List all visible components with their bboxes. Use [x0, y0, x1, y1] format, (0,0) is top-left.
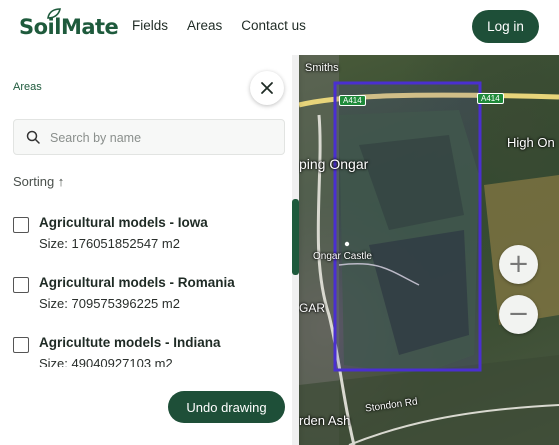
area-size: Size: 709575396225 m2 — [39, 296, 180, 311]
map-label-ongar: ping Ongar — [299, 156, 369, 172]
close-button[interactable] — [250, 71, 284, 105]
list-item[interactable]: Agricultural models - Romania Size: 7095… — [0, 265, 290, 325]
top-header: SoilMate Fields Areas Contact us Log in — [0, 0, 559, 55]
area-name: Agricultural models - Romania — [39, 275, 235, 290]
sorting-toggle[interactable]: Sorting ↑ — [13, 174, 64, 189]
map-label-arden-ash: rden Ash — [299, 413, 351, 428]
area-name: Agricultute models - Indiana — [39, 335, 221, 350]
zoom-out-button[interactable]: − — [499, 295, 538, 334]
road-badge-a414: A414 — [339, 95, 366, 106]
zoom-in-button[interactable]: + — [499, 245, 538, 284]
nav-contact-us[interactable]: Contact us — [241, 18, 306, 33]
road-badge-a414-right: A414 — [477, 93, 504, 104]
areas-panel: Areas Sorting ↑ Agricultural models - Io… — [0, 55, 299, 445]
map-label-high-ongar: High On — [507, 135, 555, 150]
map-label-ongar-castle: Ongar Castle — [313, 251, 372, 262]
area-name: Agricultural models - Iowa — [39, 215, 208, 230]
login-button[interactable]: Log in — [472, 10, 539, 43]
search-icon — [26, 130, 40, 144]
road-badge-label-right: A414 — [481, 94, 500, 103]
list-item[interactable]: Agricultute models - Indiana Size: 49040… — [0, 325, 290, 367]
search-field — [13, 119, 285, 156]
nav-areas[interactable]: Areas — [187, 18, 222, 33]
leaf-icon — [47, 8, 61, 19]
map-label-smiths: Smiths — [305, 62, 339, 74]
road-badge-label: A414 — [343, 96, 362, 105]
area-checkbox[interactable] — [13, 277, 29, 293]
area-checkbox[interactable] — [13, 217, 29, 233]
nav-fields[interactable]: Fields — [132, 18, 168, 33]
undo-drawing-button[interactable]: Undo drawing — [168, 391, 285, 423]
areas-list: Agricultural models - Iowa Size: 1760518… — [0, 205, 290, 367]
main-nav: Fields Areas Contact us — [132, 18, 325, 33]
close-icon — [261, 82, 273, 94]
area-size: Size: 176051852547 m2 — [39, 236, 180, 251]
list-item[interactable]: Agricultural models - Iowa Size: 1760518… — [0, 205, 290, 265]
panel-title: Areas — [13, 81, 42, 93]
scrollbar-thumb[interactable] — [292, 199, 299, 275]
map-label-gar: GAR — [299, 301, 326, 315]
area-size: Size: 49040927103 m2 — [39, 356, 173, 367]
soilmate-logo[interactable]: SoilMate — [19, 8, 119, 43]
logo-text: SoilMate — [19, 15, 119, 39]
area-checkbox[interactable] — [13, 337, 29, 353]
search-input[interactable] — [48, 120, 277, 156]
